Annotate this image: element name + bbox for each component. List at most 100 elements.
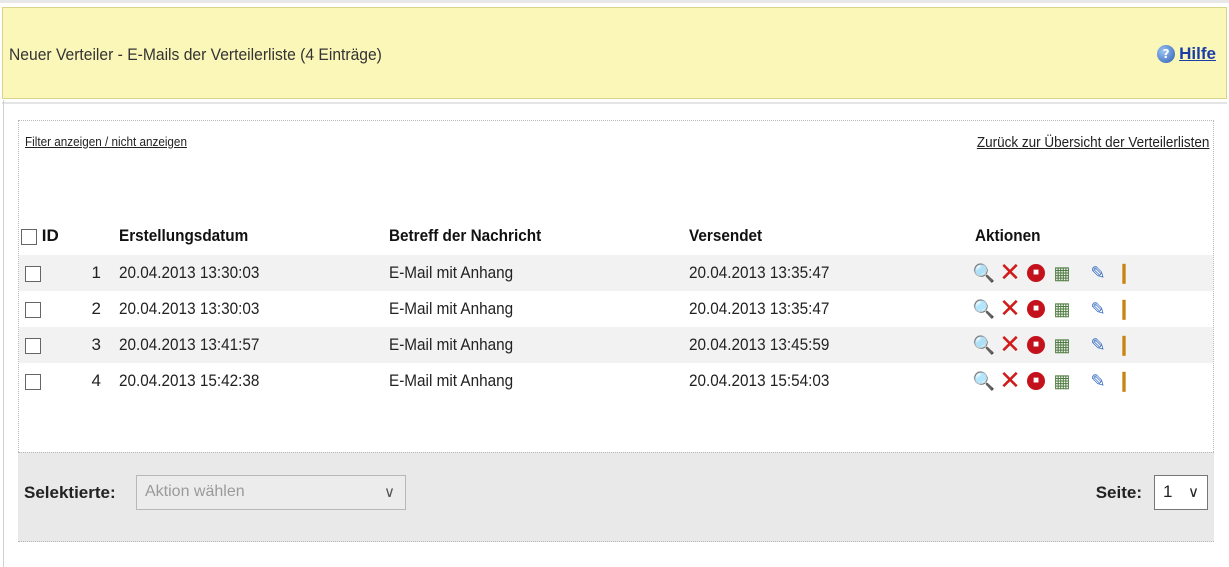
chevron-down-icon: ∨ bbox=[384, 483, 395, 501]
row-created: 20.04.2013 15:42:38 bbox=[119, 371, 260, 390]
cell-actions: 🔍 ✕ ■ ▦ ✎ ❙ bbox=[973, 363, 1213, 399]
stop-icon[interactable]: ■ bbox=[1027, 264, 1045, 282]
back-to-overview-link[interactable]: Zurück zur Übersicht der Verteilerlisten bbox=[976, 134, 1209, 151]
page-value: 1 bbox=[1163, 482, 1173, 501]
bulk-action-bar: Selektierte: Aktion wählen ∨ Seite: 1 ∨ bbox=[18, 452, 1214, 542]
view-icon[interactable]: 🔍 bbox=[973, 263, 995, 283]
cell-subject: E-Mail mit Anhang bbox=[389, 255, 689, 291]
row-subject: E-Mail mit Anhang bbox=[389, 263, 514, 282]
row-checkbox[interactable] bbox=[25, 301, 41, 318]
row-actions: 🔍 ✕ ■ ▦ ✎ ❙ bbox=[973, 332, 1213, 358]
row-id: 3 bbox=[91, 335, 101, 354]
edit-icon[interactable]: ✎ bbox=[1089, 263, 1107, 283]
cell-id: 4 bbox=[19, 363, 119, 399]
filter-toggle-link[interactable]: Filter anzeigen / nicht anzeigen bbox=[25, 134, 187, 149]
cell-created: 20.04.2013 13:30:03 bbox=[119, 291, 389, 327]
row-sent: 20.04.2013 13:45:59 bbox=[689, 335, 830, 354]
row-subject: E-Mail mit Anhang bbox=[389, 335, 514, 354]
bulk-action-select[interactable]: Aktion wählen ∨ bbox=[136, 475, 406, 510]
cell-sent: 20.04.2013 15:54:03 bbox=[689, 363, 975, 399]
row-checkbox[interactable] bbox=[25, 373, 41, 390]
edit-icon[interactable]: ✎ bbox=[1089, 335, 1107, 355]
row-created: 20.04.2013 13:30:03 bbox=[119, 299, 260, 318]
statistics-icon[interactable]: ❙ bbox=[1115, 299, 1133, 319]
row-created: 20.04.2013 13:41:57 bbox=[119, 335, 260, 354]
cell-subject: E-Mail mit Anhang bbox=[389, 291, 689, 327]
divider bbox=[2, 102, 1227, 104]
cell-id: 1 bbox=[19, 255, 119, 291]
column-header-sent: Versendet bbox=[689, 211, 975, 255]
column-label-actions: Aktionen bbox=[975, 226, 1041, 245]
row-id: 4 bbox=[91, 371, 101, 390]
row-id: 1 bbox=[91, 263, 101, 282]
stop-icon[interactable]: ■ bbox=[1027, 300, 1045, 318]
view-icon[interactable]: 🔍 bbox=[973, 371, 995, 391]
copy-icon[interactable]: ▦ bbox=[1053, 335, 1071, 355]
delete-icon[interactable]: ✕ bbox=[999, 332, 1021, 358]
row-subject: E-Mail mit Anhang bbox=[389, 371, 514, 390]
column-label-sent: Versendet bbox=[689, 226, 763, 245]
column-header-id: ID bbox=[19, 211, 119, 255]
cell-created: 20.04.2013 13:30:03 bbox=[119, 255, 389, 291]
statistics-icon[interactable]: ❙ bbox=[1115, 371, 1133, 391]
column-header-actions: Aktionen bbox=[975, 211, 1213, 255]
cell-id: 2 bbox=[19, 291, 119, 327]
bulk-action-placeholder: Aktion wählen bbox=[145, 483, 245, 500]
column-label-subject: Betreff der Nachricht bbox=[389, 226, 542, 245]
cell-sent: 20.04.2013 13:35:47 bbox=[689, 255, 975, 291]
chevron-down-icon: ∨ bbox=[1188, 483, 1199, 501]
delete-icon[interactable]: ✕ bbox=[999, 296, 1021, 322]
help-link-group[interactable]: ? Hilfe bbox=[1157, 44, 1216, 64]
view-icon[interactable]: 🔍 bbox=[973, 335, 995, 355]
statistics-icon[interactable]: ❙ bbox=[1115, 263, 1133, 283]
page-select[interactable]: 1 ∨ bbox=[1154, 475, 1208, 510]
table-header-row: ID Erstellungsdatum Betreff der Nachrich… bbox=[19, 211, 1213, 255]
column-header-created: Erstellungsdatum bbox=[119, 211, 389, 255]
table-row: 3 20.04.2013 13:41:57 E-Mail mit Anhang … bbox=[19, 327, 1213, 363]
delete-icon[interactable]: ✕ bbox=[999, 260, 1021, 286]
row-actions: 🔍 ✕ ■ ▦ ✎ ❙ bbox=[973, 296, 1213, 322]
row-sent: 20.04.2013 13:35:47 bbox=[689, 263, 830, 282]
mail-list-panel: Filter anzeigen / nicht anzeigen Zurück … bbox=[18, 120, 1214, 464]
edit-icon[interactable]: ✎ bbox=[1089, 299, 1107, 319]
cell-id: 3 bbox=[19, 327, 119, 363]
cell-sent: 20.04.2013 13:45:59 bbox=[689, 327, 975, 363]
row-checkbox[interactable] bbox=[25, 337, 41, 354]
row-subject: E-Mail mit Anhang bbox=[389, 299, 514, 318]
stop-icon[interactable]: ■ bbox=[1027, 336, 1045, 354]
row-checkbox[interactable] bbox=[25, 265, 41, 282]
left-edge-line bbox=[3, 100, 4, 567]
help-link[interactable]: Hilfe bbox=[1179, 44, 1216, 64]
row-sent: 20.04.2013 13:35:47 bbox=[689, 299, 830, 318]
table-row: 1 20.04.2013 13:30:03 E-Mail mit Anhang … bbox=[19, 255, 1213, 291]
copy-icon[interactable]: ▦ bbox=[1053, 263, 1071, 283]
top-border bbox=[0, 0, 1229, 3]
row-id: 2 bbox=[91, 299, 101, 318]
stop-icon[interactable]: ■ bbox=[1027, 372, 1045, 390]
cell-created: 20.04.2013 13:41:57 bbox=[119, 327, 389, 363]
view-icon[interactable]: 🔍 bbox=[973, 299, 995, 319]
row-created: 20.04.2013 13:30:03 bbox=[119, 263, 260, 282]
page-label: Seite: bbox=[1095, 483, 1142, 502]
select-all-checkbox[interactable] bbox=[21, 228, 37, 245]
page-header: Neuer Verteiler - E-Mails der Verteilerl… bbox=[2, 7, 1227, 99]
cell-actions: 🔍 ✕ ■ ▦ ✎ ❙ bbox=[973, 327, 1213, 363]
delete-icon[interactable]: ✕ bbox=[999, 368, 1021, 394]
row-actions: 🔍 ✕ ■ ▦ ✎ ❙ bbox=[973, 260, 1213, 286]
help-icon[interactable]: ? bbox=[1157, 45, 1176, 63]
cell-created: 20.04.2013 15:42:38 bbox=[119, 363, 389, 399]
copy-icon[interactable]: ▦ bbox=[1053, 299, 1071, 319]
statistics-icon[interactable]: ❙ bbox=[1115, 335, 1133, 355]
cell-subject: E-Mail mit Anhang bbox=[389, 363, 689, 399]
edit-icon[interactable]: ✎ bbox=[1089, 371, 1107, 391]
cell-actions: 🔍 ✕ ■ ▦ ✎ ❙ bbox=[973, 291, 1213, 327]
copy-icon[interactable]: ▦ bbox=[1053, 371, 1071, 391]
row-actions: 🔍 ✕ ■ ▦ ✎ ❙ bbox=[973, 368, 1213, 394]
column-header-subject: Betreff der Nachricht bbox=[389, 211, 689, 255]
row-sent: 20.04.2013 15:54:03 bbox=[689, 371, 830, 390]
selected-label: Selektierte: bbox=[24, 483, 116, 502]
column-label-id: ID bbox=[41, 226, 59, 245]
table-row: 2 20.04.2013 13:30:03 E-Mail mit Anhang … bbox=[19, 291, 1213, 327]
cell-actions: 🔍 ✕ ■ ▦ ✎ ❙ bbox=[973, 255, 1213, 291]
cell-sent: 20.04.2013 13:35:47 bbox=[689, 291, 975, 327]
